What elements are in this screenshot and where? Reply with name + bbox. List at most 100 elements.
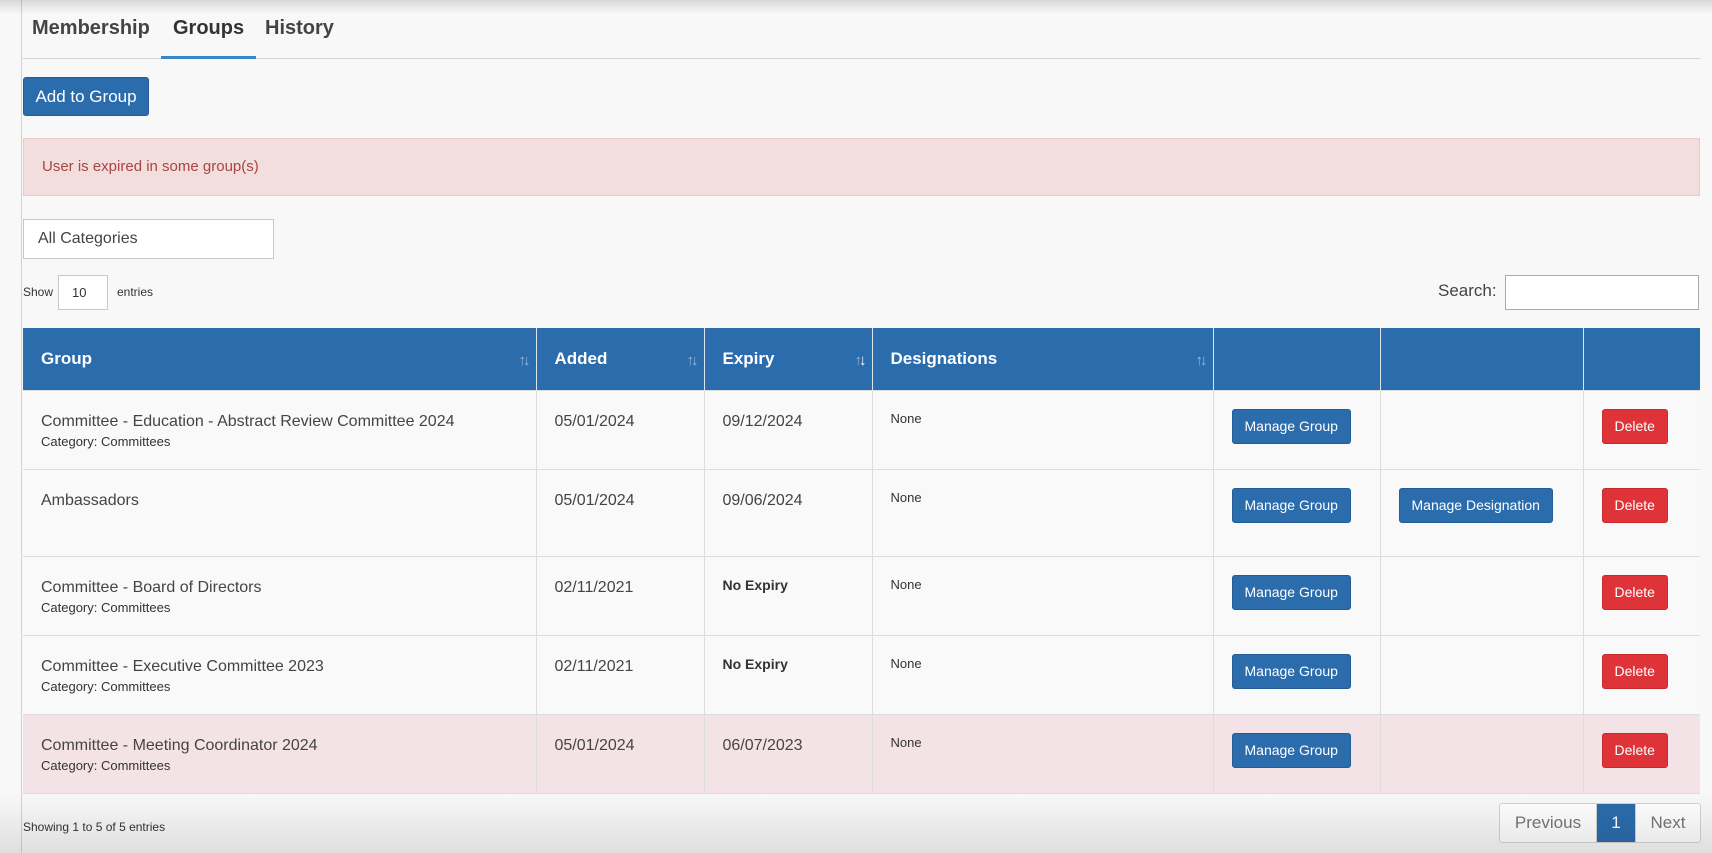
- delete-button[interactable]: Delete: [1601, 408, 1668, 444]
- group-cell: Committee - Education - Abstract Review …: [23, 389, 536, 469]
- sort-icon: ↑↓: [686, 352, 699, 369]
- manage-group-cell: Manage Group: [1212, 555, 1380, 635]
- manage-group-button[interactable]: Manage Group: [1231, 487, 1351, 523]
- expiry-date: No Expiry: [722, 655, 788, 672]
- designations-cell: None: [871, 468, 1213, 556]
- manage-designation-cell: [1379, 555, 1583, 635]
- designations-value: None: [890, 489, 922, 505]
- group-name: Committee - Executive Committee 2023: [41, 657, 324, 675]
- group-category: Category: Committees: [41, 757, 171, 773]
- expiry-date: 06/07/2023: [722, 736, 803, 754]
- tab-groups[interactable]: Groups: [161, 14, 257, 59]
- search-input[interactable]: [1505, 275, 1699, 310]
- manage-group-cell: Manage Group: [1212, 468, 1380, 556]
- group-name: Committee - Meeting Coordinator 2024: [41, 736, 318, 754]
- group-category: Category: Committees: [41, 599, 171, 615]
- manage-group-button[interactable]: Manage Group: [1231, 732, 1351, 768]
- previous-page-button[interactable]: Previous: [1500, 804, 1597, 842]
- designations-cell: None: [871, 555, 1213, 635]
- manage-designation-cell: [1379, 713, 1583, 794]
- expiry-date: 09/12/2024: [722, 412, 803, 430]
- delete-cell: Delete: [1582, 555, 1700, 635]
- column-header-manage-group: [1212, 328, 1380, 390]
- column-header-label: Expiry: [722, 348, 775, 368]
- tab-bar: Membership Groups History: [23, 0, 1700, 59]
- column-header-expiry[interactable]: Expiry ↑↓: [703, 328, 872, 390]
- table-row: Committee - Executive Committee 2023 Cate…: [23, 634, 1700, 714]
- designations-value: None: [890, 576, 922, 592]
- column-header-group[interactable]: Group ↑↓: [23, 328, 536, 390]
- designations-cell: None: [871, 713, 1213, 794]
- delete-cell: Delete: [1582, 468, 1700, 556]
- page-length-select[interactable]: 10: [58, 275, 108, 310]
- delete-cell: Delete: [1582, 389, 1700, 469]
- added-date: 05/01/2024: [554, 491, 635, 509]
- table-info: Showing 1 to 5 of 5 entries: [23, 820, 166, 834]
- table-row: Committee - Meeting Coordinator 2024 Cate…: [23, 713, 1700, 794]
- expiry-date: 09/06/2024: [722, 491, 803, 509]
- expiry-cell: No Expiry: [703, 555, 872, 635]
- group-category: Category: Committees: [41, 433, 171, 449]
- expiry-cell: 06/07/2023: [703, 713, 872, 794]
- column-header-label: Designations: [890, 348, 998, 368]
- designations-cell: None: [871, 389, 1213, 469]
- pagination: Previous 1 Next: [1499, 803, 1701, 843]
- added-date: 05/01/2024: [554, 736, 635, 754]
- manage-designation-button[interactable]: Manage Designation: [1398, 487, 1553, 523]
- manage-group-cell: Manage Group: [1212, 634, 1380, 714]
- manage-group-button[interactable]: Manage Group: [1231, 653, 1351, 689]
- search-label: Search:: [1438, 281, 1497, 300]
- group-cell: Committee - Meeting Coordinator 2024 Cate…: [23, 713, 536, 794]
- groups-panel: Membership Groups History Add to Group U…: [23, 0, 1701, 853]
- manage-designation-cell: [1379, 389, 1583, 469]
- tab-membership[interactable]: Membership: [20, 14, 162, 59]
- sort-descending-icon: ↑↓: [854, 352, 867, 369]
- expiry-date: No Expiry: [722, 576, 788, 593]
- manage-designation-cell: [1379, 634, 1583, 714]
- added-cell: 05/01/2024: [535, 468, 704, 556]
- designations-value: None: [890, 410, 922, 426]
- added-cell: 02/11/2021: [535, 555, 704, 635]
- added-date: 05/01/2024: [554, 412, 635, 430]
- table-header-row: Group ↑↓ Added ↑↓ Expiry ↑↓ Designations ↑↓: [23, 328, 1700, 390]
- group-name: Committee - Education - Abstract Review …: [41, 412, 455, 430]
- delete-button[interactable]: Delete: [1601, 732, 1668, 768]
- column-header-label: Group: [41, 348, 92, 368]
- column-header-added[interactable]: Added ↑↓: [535, 328, 704, 390]
- group-name: Ambassadors: [41, 491, 139, 509]
- delete-button[interactable]: Delete: [1601, 487, 1668, 523]
- column-header-label: Added: [554, 348, 608, 368]
- manage-group-button[interactable]: Manage Group: [1231, 408, 1351, 444]
- designations-value: None: [890, 655, 922, 671]
- tab-history[interactable]: History: [253, 14, 346, 59]
- left-border: [21, 0, 22, 853]
- group-cell: Committee - Executive Committee 2023 Cate…: [23, 634, 536, 714]
- delete-cell: Delete: [1582, 713, 1700, 794]
- manage-group-cell: Manage Group: [1212, 389, 1380, 469]
- delete-button[interactable]: Delete: [1601, 574, 1668, 610]
- column-header-delete: [1582, 328, 1700, 390]
- show-label: Show: [23, 285, 54, 299]
- page-1-button[interactable]: 1: [1597, 804, 1635, 842]
- added-cell: 05/01/2024: [535, 389, 704, 469]
- designations-value: None: [890, 734, 922, 750]
- added-cell: 05/01/2024: [535, 713, 704, 794]
- next-page-button[interactable]: Next: [1635, 804, 1700, 842]
- column-header-designations[interactable]: Designations ↑↓: [871, 328, 1213, 390]
- category-filter-select[interactable]: All Categories: [23, 219, 274, 259]
- expiry-cell: 09/12/2024: [703, 389, 872, 469]
- manage-designation-cell: Manage Designation: [1379, 468, 1583, 556]
- delete-button[interactable]: Delete: [1601, 653, 1668, 689]
- groups-table: Group ↑↓ Added ↑↓ Expiry ↑↓ Designations ↑↓ …: [23, 328, 1700, 794]
- table-row: Ambassadors 05/01/2024 09/06/2024 None M…: [23, 468, 1700, 556]
- designations-cell: None: [871, 634, 1213, 714]
- group-cell: Ambassadors: [23, 468, 536, 556]
- expiry-cell: No Expiry: [703, 634, 872, 714]
- added-date: 02/11/2021: [554, 578, 634, 596]
- manage-group-cell: Manage Group: [1212, 713, 1380, 794]
- manage-group-button[interactable]: Manage Group: [1231, 574, 1351, 610]
- group-name: Committee - Board of Directors: [41, 578, 262, 596]
- add-to-group-button[interactable]: Add to Group: [23, 77, 149, 116]
- table-row: Committee - Education - Abstract Review …: [23, 389, 1700, 469]
- group-cell: Committee - Board of Directors Category: …: [23, 555, 536, 635]
